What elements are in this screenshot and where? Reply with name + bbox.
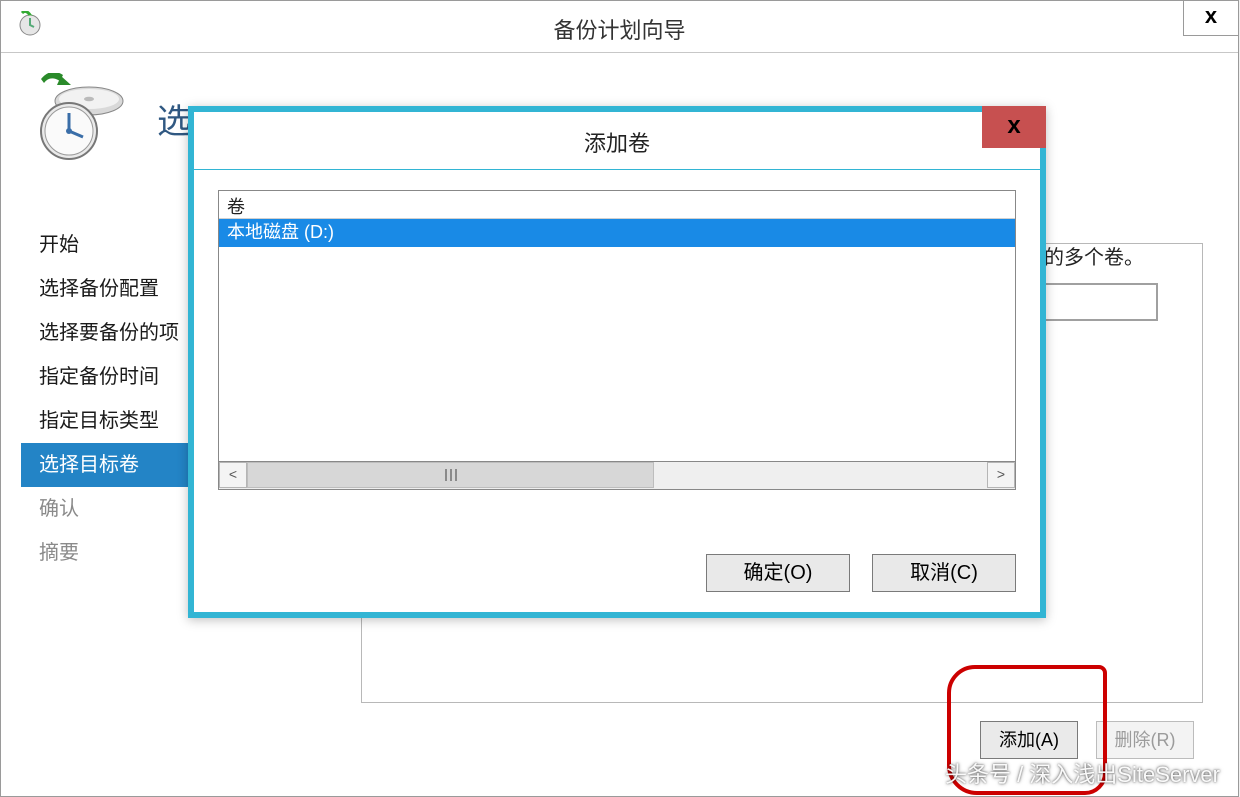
ok-button[interactable]: 确定(O) (706, 554, 850, 592)
backup-wizard-icon (21, 73, 129, 163)
wizard-add-remove-buttons: 添加(A) 删除(R) (980, 721, 1194, 759)
add-volume-dialog: 添加卷 x 卷 本地磁盘 (D:) < > 确定(O) 取消(C) (188, 106, 1046, 618)
scroll-left-button[interactable]: < (219, 462, 247, 488)
listview-column-header[interactable]: 卷 (219, 191, 1015, 219)
scroll-right-button[interactable]: > (987, 462, 1015, 488)
wizard-header: 选 (21, 73, 191, 163)
dialog-buttons: 确定(O) 取消(C) (706, 554, 1016, 592)
wizard-titlebar: 备份计划向导 x (1, 1, 1238, 53)
dialog-title: 添加卷 (584, 126, 650, 158)
dialog-close-button[interactable]: x (982, 106, 1046, 148)
wizard-close-button[interactable]: x (1183, 0, 1239, 36)
volume-listview[interactable]: 卷 本地磁盘 (D:) (218, 190, 1016, 462)
scroll-track[interactable] (247, 462, 987, 489)
dialog-body: 卷 本地磁盘 (D:) < > 确定(O) 取消(C) (218, 190, 1016, 592)
wizard-title-icon (17, 11, 43, 37)
dialog-titlebar: 添加卷 x (194, 112, 1040, 170)
wizard-title: 备份计划向导 (553, 13, 685, 45)
remove-button: 删除(R) (1096, 721, 1194, 759)
horizontal-scrollbar[interactable]: < > (218, 462, 1016, 490)
scroll-thumb[interactable] (247, 462, 654, 488)
volume-list-item[interactable]: 本地磁盘 (D:) (219, 219, 1015, 247)
add-button[interactable]: 添加(A) (980, 721, 1078, 759)
scroll-grip-icon (443, 469, 459, 481)
wizard-step-title: 选 (157, 94, 191, 143)
cancel-button[interactable]: 取消(C) (872, 554, 1016, 592)
